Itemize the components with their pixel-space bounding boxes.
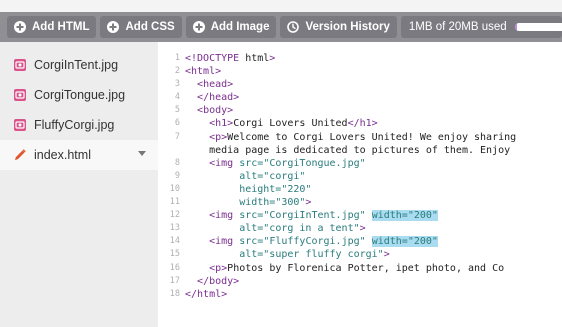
file-item-corgiintent[interactable]: CorgiInTent.jpg bbox=[0, 50, 158, 80]
line-number: 15 bbox=[169, 249, 180, 260]
code-line[interactable]: </head> bbox=[185, 91, 562, 104]
code-line[interactable]: <html> bbox=[185, 65, 562, 78]
version-history-label: Version History bbox=[305, 21, 390, 33]
version-history-button[interactable]: Version History bbox=[280, 16, 397, 38]
storage-meter bbox=[514, 23, 562, 31]
add-image-button[interactable]: Add Image bbox=[185, 16, 277, 38]
code-editor[interactable]: 1 2 3 4 5 6 7 8 9 10 11 12 13 14 15 16 1… bbox=[158, 42, 562, 327]
storage-usage-text: 1MB of 20MB used bbox=[408, 21, 507, 33]
code-line[interactable]: alt="corgi" bbox=[185, 170, 562, 183]
line-number: 13 bbox=[169, 223, 180, 234]
image-file-icon bbox=[14, 89, 26, 101]
plus-circle-icon bbox=[107, 21, 120, 33]
line-number: 9 bbox=[174, 170, 180, 181]
toolbar: Add HTML Add CSS Add Image Version Histo… bbox=[0, 12, 562, 42]
file-name: CorgiTongue.jpg bbox=[34, 88, 126, 102]
line-number: 16 bbox=[169, 262, 180, 273]
pencil-icon bbox=[14, 149, 26, 161]
line-number: 14 bbox=[169, 236, 180, 247]
code-line[interactable]: <p>Photos by Florenica Potter, ipet phot… bbox=[185, 262, 562, 275]
file-name: index.html bbox=[34, 148, 91, 162]
code-line[interactable]: <head> bbox=[185, 78, 562, 91]
line-number: 6 bbox=[174, 118, 180, 129]
line-number: 10 bbox=[169, 183, 180, 194]
code-line[interactable]: <img src="CorgiTongue.jpg" bbox=[185, 157, 562, 170]
image-file-icon bbox=[14, 59, 26, 71]
line-number: 1 bbox=[174, 53, 180, 63]
code-line[interactable]: </body> bbox=[185, 275, 562, 288]
code-line[interactable]: <img src="CorgiInTent.jpg" width="200" bbox=[185, 209, 562, 222]
line-number: 18 bbox=[169, 288, 180, 299]
image-file-icon bbox=[14, 119, 26, 131]
add-html-button[interactable]: Add HTML bbox=[7, 16, 97, 38]
file-name: CorgiInTent.jpg bbox=[34, 58, 119, 72]
file-item-index-html[interactable]: index.html bbox=[0, 140, 158, 170]
add-image-label: Add Image bbox=[210, 21, 270, 33]
file-item-corgitongue[interactable]: CorgiTongue.jpg bbox=[0, 80, 158, 110]
storage-meter-fill bbox=[514, 23, 518, 31]
plus-circle-icon bbox=[192, 21, 205, 33]
add-html-label: Add HTML bbox=[32, 21, 90, 33]
code-line[interactable]: <!DOCTYPE html> bbox=[185, 52, 562, 65]
code-line[interactable]: alt="corg in a tent"> bbox=[185, 222, 562, 235]
code-line[interactable]: media page is dedicated to pictures of t… bbox=[185, 144, 562, 157]
code-line[interactable]: <img src="FluffyCorgi.jpg" width="200" bbox=[185, 235, 562, 248]
chevron-down-icon[interactable] bbox=[138, 151, 146, 156]
code-line[interactable]: <p>Welcome to Corgi Lovers United! We en… bbox=[185, 131, 562, 144]
code-line[interactable]: height="220" bbox=[185, 183, 562, 196]
code-line[interactable]: <body> bbox=[185, 104, 562, 117]
line-number-gutter: 1 2 3 4 5 6 7 8 9 10 11 12 13 14 15 16 1… bbox=[158, 52, 180, 301]
code-lines[interactable]: <!DOCTYPE html> <html> <head> </head> <b… bbox=[185, 52, 562, 301]
add-css-button[interactable]: Add CSS bbox=[100, 16, 182, 38]
line-number: 8 bbox=[174, 157, 180, 168]
line-number: 2 bbox=[174, 66, 180, 77]
line-number: 4 bbox=[174, 92, 180, 103]
plus-circle-icon bbox=[14, 21, 26, 33]
code-line[interactable]: width="300"> bbox=[185, 196, 562, 209]
line-number: 12 bbox=[169, 210, 180, 221]
top-strip bbox=[0, 0, 562, 12]
file-item-fluffycorgi[interactable]: FluffyCorgi.jpg bbox=[0, 110, 158, 140]
add-css-label: Add CSS bbox=[125, 21, 175, 33]
line-number: 11 bbox=[169, 197, 180, 208]
line-number: 3 bbox=[174, 79, 180, 90]
clock-icon bbox=[287, 21, 300, 33]
line-number: 17 bbox=[169, 275, 180, 286]
code-line[interactable]: </html> bbox=[185, 288, 562, 301]
line-number: 5 bbox=[174, 105, 180, 116]
code-line[interactable]: alt="super fluffy corgi"> bbox=[185, 248, 562, 261]
code-line[interactable]: <h1>Corgi Lovers United</h1> bbox=[185, 117, 562, 130]
line-number: 7 bbox=[174, 131, 180, 142]
file-sidebar: CorgiInTent.jpg CorgiTongue.jpg FluffyCo… bbox=[0, 42, 158, 327]
storage-usage: 1MB of 20MB used bbox=[400, 16, 562, 38]
line-number bbox=[158, 144, 180, 157]
file-name: FluffyCorgi.jpg bbox=[34, 118, 115, 132]
